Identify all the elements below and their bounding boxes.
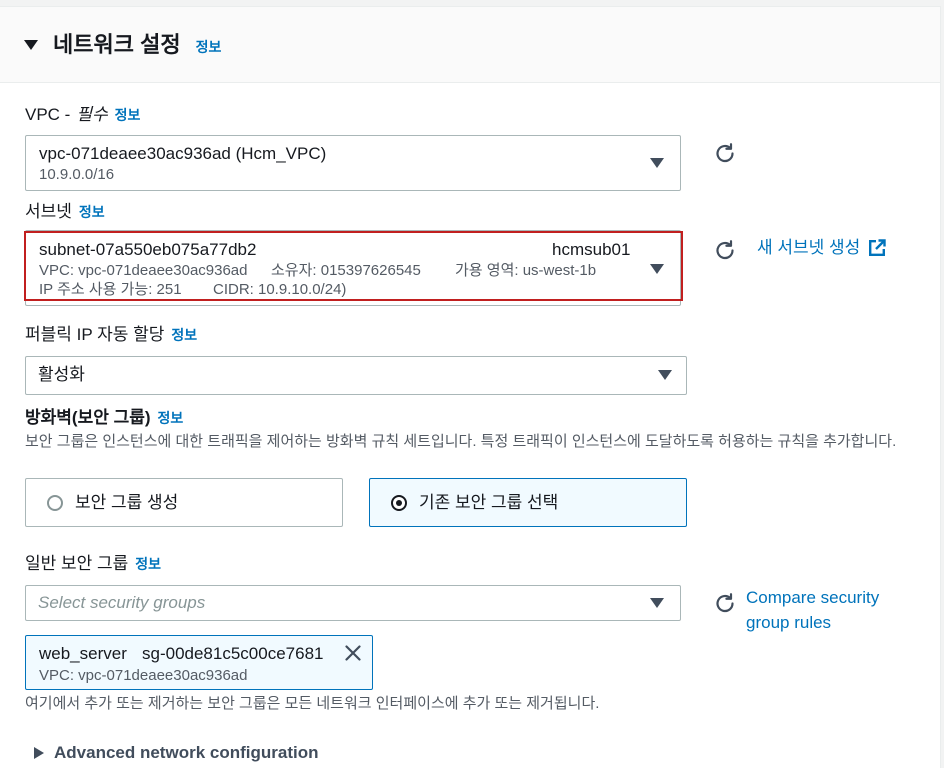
radio-label-select-existing-security-group: 기존 보안 그룹 선택	[419, 493, 559, 512]
section-title: 네트워크 설정	[53, 32, 181, 57]
public-ip-label-text: 퍼블릭 IP 자동 할당	[25, 325, 165, 344]
security-groups-multiselect[interactable]	[25, 585, 681, 621]
radio-icon[interactable]	[391, 495, 407, 511]
subnet-select[interactable]: subnet-07a550eb075a77db2 hcmsub01 VPC: v…	[25, 230, 681, 306]
network-settings-screen: 네트워크 설정 정보 VPC - 필수 정보 vpc-071deaee30ac9…	[0, 0, 944, 768]
refresh-icon[interactable]	[714, 592, 736, 614]
subnet-owner: 소유자: 015397626545	[271, 262, 421, 279]
radio-tile-create-security-group[interactable]: 보안 그룹 생성	[25, 478, 343, 527]
external-link-icon	[860, 239, 886, 257]
vpc-info-link[interactable]: 정보	[115, 106, 141, 124]
subnet-available-ips: IP 주소 사용 가능: 251	[39, 281, 182, 298]
subnet-availability-zone: 가용 영역: us-west-1b	[455, 262, 597, 279]
close-icon[interactable]	[345, 645, 361, 661]
firewall-label: 방화벽(보안 그룹) 정보	[25, 407, 183, 429]
security-group-token-name: web_server	[39, 644, 127, 663]
security-groups-label-text: 일반 보안 그룹	[25, 554, 129, 573]
vpc-label: VPC - 필수 정보	[25, 104, 140, 126]
section-info-link[interactable]: 정보	[196, 38, 222, 56]
security-group-token-vpc: VPC: vpc-071deaee30ac936ad	[39, 667, 248, 684]
security-group-token-id: sg-00de81c5c00ce7681	[142, 644, 324, 663]
subnet-name: hcmsub01	[552, 240, 631, 259]
vpc-selected-value: vpc-071deaee30ac936ad (Hcm_VPC)	[39, 144, 327, 163]
caret-right-icon[interactable]	[34, 747, 44, 759]
firewall-description: 보안 그룹은 인스턴스에 대한 트래픽을 제어하는 방화벽 규칙 세트입니다. …	[25, 433, 897, 450]
refresh-icon[interactable]	[714, 142, 736, 164]
vpc-label-text: VPC -	[25, 105, 71, 124]
subnet-id: subnet-07a550eb075a77db2	[39, 240, 257, 259]
vpc-select[interactable]: vpc-071deaee30ac936ad (Hcm_VPC) 10.9.0.0…	[25, 135, 681, 191]
subnet-label: 서브넷 정보	[25, 201, 105, 223]
caret-down-icon[interactable]	[24, 40, 38, 50]
security-groups-note: 여기에서 추가 또는 제거하는 보안 그룹은 모든 네트워크 인터페이스에 추가…	[25, 695, 600, 712]
public-ip-selected-value: 활성화	[38, 365, 85, 384]
security-groups-label: 일반 보안 그룹 정보	[25, 553, 161, 575]
subnet-label-text: 서브넷	[25, 202, 72, 221]
caret-down-icon[interactable]	[658, 370, 672, 380]
vpc-cidr: 10.9.0.0/16	[39, 166, 115, 183]
firewall-info-link[interactable]: 정보	[158, 409, 184, 427]
subnet-cidr: CIDR: 10.9.10.0/24)	[213, 281, 347, 298]
security-group-token: web_server sg-00de81c5c00ce7681 VPC: vpc…	[25, 635, 373, 690]
create-subnet-link[interactable]: 새 서브넷 생성	[757, 237, 886, 259]
radio-label-create-security-group: 보안 그룹 생성	[75, 493, 179, 512]
radio-tile-select-existing-security-group[interactable]: 기존 보안 그룹 선택	[369, 478, 687, 527]
compare-security-group-rules-link[interactable]: Compare security group rules	[746, 585, 906, 635]
public-ip-info-link[interactable]: 정보	[171, 326, 197, 344]
security-groups-search-input[interactable]	[38, 592, 628, 614]
security-groups-info-link[interactable]: 정보	[135, 555, 161, 573]
vpc-required-text: 필수	[76, 105, 108, 124]
caret-down-icon[interactable]	[650, 158, 664, 168]
section-title-row: 네트워크 설정 정보	[53, 31, 221, 59]
radio-icon[interactable]	[47, 495, 63, 511]
subnet-info-link[interactable]: 정보	[79, 203, 105, 221]
subnet-vpc: VPC: vpc-071deaee30ac936ad	[39, 262, 248, 279]
create-subnet-link-text[interactable]: 새 서브넷 생성	[757, 237, 860, 259]
public-ip-label: 퍼블릭 IP 자동 할당 정보	[25, 324, 197, 346]
caret-down-icon[interactable]	[650, 264, 664, 274]
refresh-icon[interactable]	[714, 239, 736, 261]
advanced-network-configuration-toggle[interactable]: Advanced network configuration	[54, 742, 318, 764]
caret-down-icon[interactable]	[650, 598, 664, 608]
public-ip-select[interactable]: 활성화	[25, 356, 687, 395]
firewall-label-text: 방화벽(보안 그룹)	[25, 408, 151, 427]
